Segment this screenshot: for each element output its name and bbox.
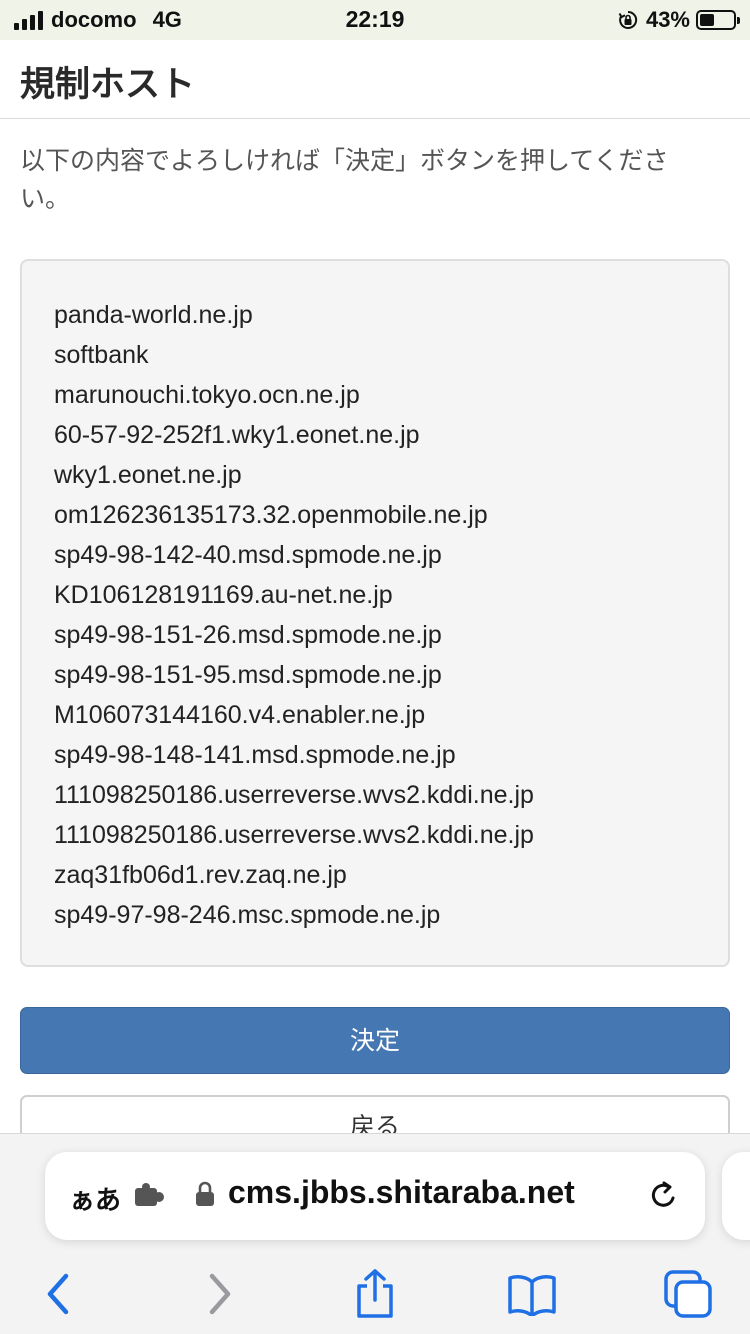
status-bar: docomo 4G 22:19 43% xyxy=(0,0,750,40)
host-list-box: panda-world.ne.jp softbank marunouchi.to… xyxy=(20,259,730,967)
nav-row xyxy=(0,1264,750,1324)
host-item: sp49-98-148-141.msd.spmode.ne.jp xyxy=(54,741,456,769)
page-header: 規制ホスト xyxy=(0,40,750,119)
browser-toolbar: ぁあ cms.jbbs.shitaraba.net xyxy=(0,1133,750,1334)
tabs-icon xyxy=(664,1270,712,1318)
page-title: 規制ホスト xyxy=(20,65,196,105)
host-item: marunouchi.tokyo.ocn.ne.jp xyxy=(54,381,360,409)
text-size-button[interactable]: ぁあ xyxy=(69,1180,121,1217)
host-item: 60-57-92-252f1.wky1.eonet.ne.jp xyxy=(54,421,420,449)
share-button[interactable] xyxy=(345,1264,405,1324)
host-item: M106073144160.v4.enabler.ne.jp xyxy=(54,701,426,729)
host-item: sp49-97-98-246.msc.spmode.ne.jp xyxy=(54,901,441,929)
host-item: 111098250186.userreverse.wvs2.kddi.ne.jp xyxy=(54,821,534,849)
share-icon xyxy=(357,1269,393,1318)
host-item: zaq31fb06d1.rev.zaq.ne.jp xyxy=(54,861,347,889)
status-right: 43% xyxy=(618,6,740,34)
battery-level xyxy=(700,14,714,26)
host-item: wky1.eonet.ne.jp xyxy=(54,461,242,489)
address-bar[interactable]: ぁあ cms.jbbs.shitaraba.net xyxy=(45,1152,705,1240)
host-item: sp49-98-142-40.msd.spmode.ne.jp xyxy=(54,541,442,569)
battery-icon xyxy=(696,10,740,30)
forward-icon xyxy=(209,1273,231,1315)
adjacent-tab-pill[interactable] xyxy=(722,1152,750,1240)
tabs-button[interactable] xyxy=(658,1264,718,1324)
url-text[interactable]: cms.jbbs.shitaraba.net xyxy=(228,1174,575,1211)
back-nav-button[interactable] xyxy=(28,1264,88,1324)
back-icon xyxy=(47,1273,69,1315)
battery-percent: 43% xyxy=(645,7,690,32)
instruction-text: 以下の内容でよろしければ「決定」ボタンを押してください。 xyxy=(20,146,669,213)
host-item: sp49-98-151-26.msd.spmode.ne.jp xyxy=(54,621,442,649)
reload-icon[interactable] xyxy=(647,1178,681,1212)
battery-cap xyxy=(737,17,740,24)
host-item: panda-world.ne.jp xyxy=(54,301,253,329)
bookmarks-button[interactable] xyxy=(502,1264,562,1324)
lock-icon xyxy=(196,1181,214,1206)
host-item: 111098250186.userreverse.wvs2.kddi.ne.jp xyxy=(54,781,534,809)
rotation-lock-icon xyxy=(618,10,638,29)
host-item: softbank xyxy=(54,341,149,369)
host-item: sp49-98-151-95.msd.spmode.ne.jp xyxy=(54,661,442,689)
host-item: KD106128191169.au-net.ne.jp xyxy=(54,581,393,609)
bookmarks-icon xyxy=(508,1275,556,1316)
forward-nav-button[interactable] xyxy=(190,1264,250,1324)
host-item: om126236135173.32.openmobile.ne.jp xyxy=(54,501,488,529)
extension-icon[interactable] xyxy=(133,1182,169,1210)
submit-button[interactable]: 決定 xyxy=(20,1007,730,1074)
